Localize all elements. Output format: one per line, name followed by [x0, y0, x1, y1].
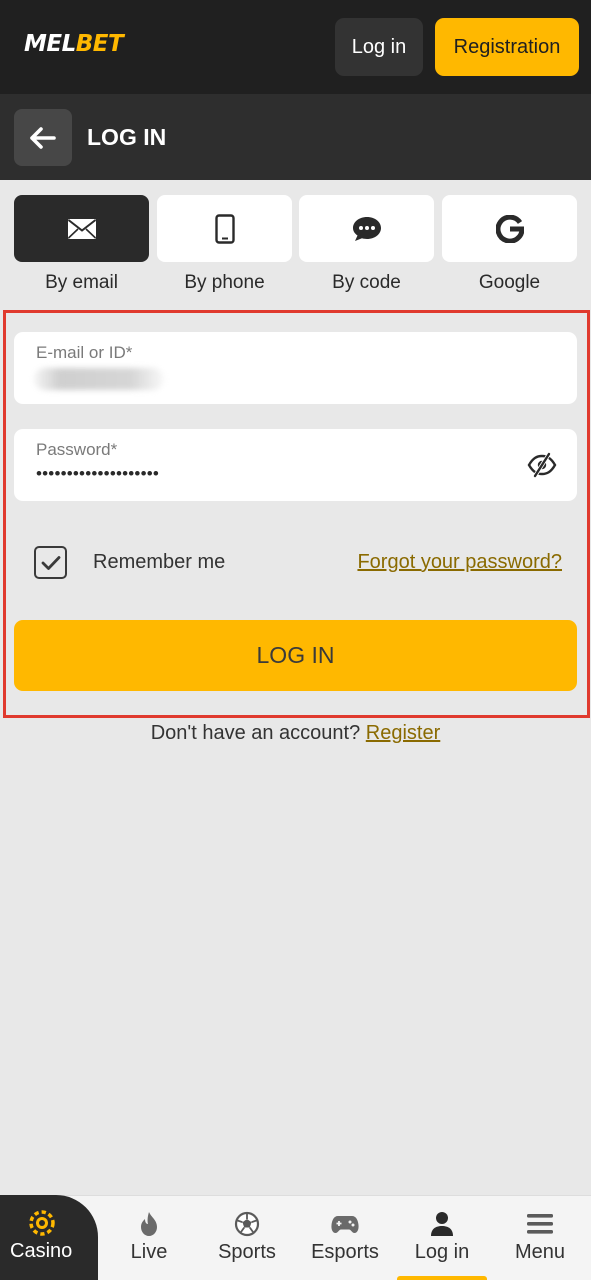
arrow-left-icon	[30, 126, 56, 149]
password-field[interactable]: Password* ••••••••••••••••••••	[14, 429, 577, 501]
nav-login-label: Log in	[414, 1241, 470, 1263]
tab-by-phone-label: By phone	[184, 272, 265, 293]
remember-me-label[interactable]: Remember me	[93, 551, 225, 574]
tab-by-code[interactable]	[299, 195, 434, 262]
checkmark-icon	[41, 555, 60, 570]
header-login-button[interactable]: Log in	[335, 18, 423, 76]
gamepad-icon	[331, 1216, 359, 1233]
nav-esports-label: Esports	[311, 1241, 379, 1263]
email-field[interactable]: E-mail or ID*	[14, 332, 577, 404]
phone-icon	[214, 213, 235, 244]
user-icon	[431, 1212, 453, 1236]
nav-sports[interactable]: Sports	[198, 1196, 296, 1280]
password-value: ••••••••••••••••••••	[36, 464, 160, 483]
back-button[interactable]	[14, 109, 72, 166]
flame-icon	[141, 1212, 157, 1236]
nav-menu-label: Menu	[514, 1241, 566, 1263]
page-title: LOG IN	[87, 124, 167, 150]
password-field-label: Password*	[36, 440, 118, 459]
nav-live-label: Live	[130, 1241, 168, 1263]
email-value-blurred	[34, 368, 164, 390]
active-nav-indicator	[397, 1276, 487, 1280]
nav-menu[interactable]: Menu	[491, 1196, 589, 1280]
tab-by-phone[interactable]	[157, 195, 292, 262]
signup-prompt-text: Don't have an account?	[150, 722, 361, 744]
login-submit-button[interactable]: LOG IN	[14, 620, 577, 691]
nav-casino-label: Casino	[10, 1240, 73, 1262]
melbet-logo[interactable]: MELBET	[24, 31, 124, 57]
remember-me-checkbox[interactable]	[34, 546, 67, 579]
envelope-icon	[67, 218, 96, 239]
email-field-label: E-mail or ID*	[36, 343, 133, 362]
casino-chip-icon	[29, 1210, 55, 1236]
tab-by-code-label: By code	[332, 272, 401, 293]
nav-sports-label: Sports	[218, 1241, 276, 1263]
eye-slash-icon[interactable]	[527, 452, 557, 478]
forgot-password-link[interactable]: Forgot your password?	[357, 551, 562, 574]
soccer-ball-icon	[234, 1211, 260, 1237]
tab-google-label: Google	[478, 272, 541, 293]
page-title-bar: LOG IN	[0, 94, 591, 180]
nav-casino[interactable]: Casino	[0, 1195, 98, 1280]
register-link[interactable]: Register	[366, 722, 440, 744]
nav-live[interactable]: Live	[100, 1196, 198, 1280]
signup-prompt: Don't have an account? Register	[0, 722, 591, 745]
tab-by-email[interactable]	[14, 195, 149, 262]
tab-google[interactable]	[442, 195, 577, 262]
hamburger-icon	[527, 1214, 553, 1234]
header-registration-button[interactable]: Registration	[435, 18, 579, 76]
nav-login[interactable]: Log in	[393, 1196, 491, 1280]
google-icon	[495, 214, 524, 243]
nav-esports[interactable]: Esports	[296, 1196, 394, 1280]
chat-bubble-icon	[352, 216, 381, 241]
bottom-navigation: Casino Live Sports Esports Log in Menu	[0, 1195, 591, 1280]
top-bar: MELBET Log in Registration	[0, 0, 591, 94]
tab-by-email-label: By email	[45, 272, 118, 293]
